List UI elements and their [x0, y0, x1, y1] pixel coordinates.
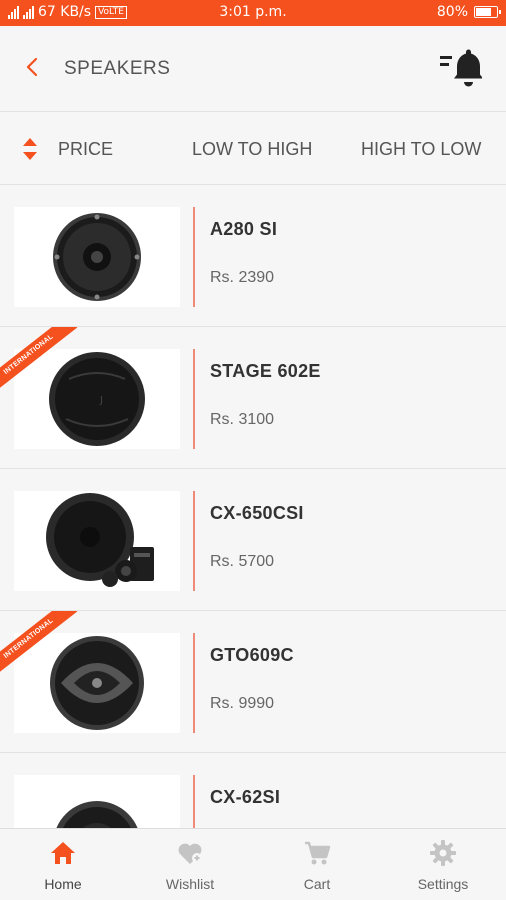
product-row[interactable]: J INTERNATIONAL STAGE 602E Rs. 3100: [0, 327, 506, 469]
speaker-image: J: [49, 352, 145, 446]
svg-text:J: J: [99, 395, 103, 406]
nav-wishlist-label: Wishlist: [165, 876, 215, 892]
speaker-component-set-image: [46, 493, 154, 587]
battery-percent: 80%: [436, 4, 468, 20]
product-price: Rs. 3100: [210, 411, 275, 428]
bottom-nav: Home Wishlist Cart Settings: [0, 828, 506, 900]
nav-settings-label: Settings: [417, 876, 469, 892]
product-row[interactable]: A280 SI Rs. 2390: [0, 185, 506, 327]
product-image[interactable]: [14, 207, 180, 307]
sort-label-price[interactable]: PRICE: [58, 139, 113, 160]
status-right: 80%: [436, 4, 501, 20]
app-bar: SPEAKERS: [0, 26, 506, 112]
heart-plus-icon: [178, 843, 202, 864]
product-row[interactable]: INTERNATIONAL GTO609C Rs. 9990: [0, 611, 506, 753]
chevron-left-icon[interactable]: [22, 56, 44, 78]
status-bar: 67 KB/s VoLTE 3:01 p.m. 80%: [0, 0, 506, 26]
status-time: 3:01 p.m.: [219, 4, 287, 20]
gear-icon: [430, 840, 456, 866]
product-image[interactable]: J: [14, 349, 180, 449]
page-title: SPEAKERS: [64, 58, 171, 79]
sort-high-to-low[interactable]: HIGH TO LOW: [361, 139, 481, 160]
row-divider: [193, 633, 195, 733]
product-image[interactable]: [14, 491, 180, 591]
nav-settings[interactable]: Settings: [380, 829, 506, 900]
home-icon: [51, 842, 75, 864]
nav-cart-label: Cart: [303, 876, 331, 892]
row-divider: [193, 491, 195, 591]
row-divider: [193, 349, 195, 449]
battery-icon: [474, 6, 501, 18]
nav-cart[interactable]: Cart: [254, 829, 380, 900]
row-divider: [193, 207, 195, 307]
cart-icon: [305, 841, 331, 865]
sort-arrows-icon[interactable]: [22, 137, 38, 161]
sort-low-to-high[interactable]: LOW TO HIGH: [192, 139, 312, 160]
product-price: Rs. 9990: [210, 695, 275, 712]
sort-bar: PRICE LOW TO HIGH HIGH TO LOW: [0, 112, 506, 185]
product-row[interactable]: CX-650CSI Rs. 5700: [0, 469, 506, 611]
product-price: Rs. 5700: [210, 553, 275, 570]
product-name[interactable]: CX-650CSI: [210, 503, 304, 524]
nav-home[interactable]: Home: [0, 829, 126, 900]
bell-with-lines-icon[interactable]: [440, 48, 482, 88]
product-name[interactable]: GTO609C: [210, 645, 294, 666]
speaker-image: [50, 636, 144, 730]
product-name[interactable]: STAGE 602E: [210, 361, 321, 382]
nav-wishlist[interactable]: Wishlist: [127, 829, 253, 900]
nav-home-label: Home: [44, 876, 82, 892]
speaker-image: [53, 213, 141, 301]
product-name[interactable]: A280 SI: [210, 219, 277, 240]
product-image[interactable]: [14, 633, 180, 733]
product-name[interactable]: CX-62SI: [210, 787, 280, 808]
product-price: Rs. 2390: [210, 269, 275, 286]
